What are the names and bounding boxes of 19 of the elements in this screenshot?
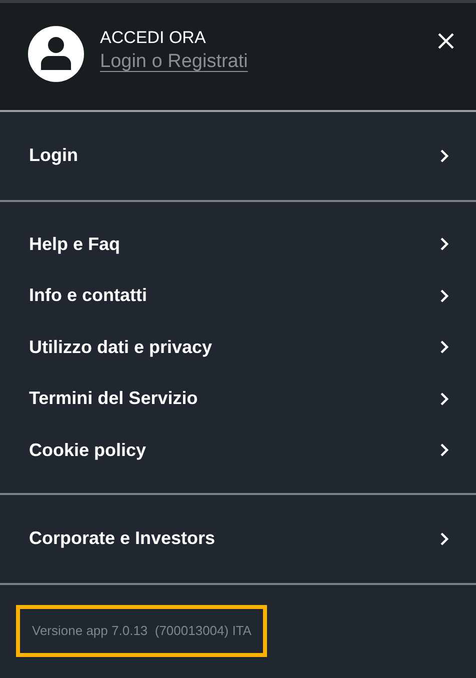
chevron-right-icon bbox=[440, 443, 449, 458]
login-register-link[interactable]: Login o Registrati bbox=[100, 49, 248, 75]
menu-item[interactable]: Help e Faq bbox=[0, 218, 476, 270]
menu-item[interactable]: Corporate e Investors bbox=[0, 513, 476, 564]
chevron-right-icon bbox=[440, 340, 449, 354]
menu-item[interactable]: Login bbox=[0, 130, 476, 182]
chevron-right-icon bbox=[440, 288, 449, 303]
menu-item[interactable]: Termini del Servizio bbox=[0, 373, 476, 424]
menu-item[interactable]: Info e contatti bbox=[0, 270, 476, 322]
header-title: ACCEDI ORA bbox=[100, 27, 207, 49]
close-icon bbox=[438, 33, 454, 49]
chevron-right-icon bbox=[440, 392, 449, 406]
chevron-right-icon bbox=[440, 148, 449, 163]
avatar-icon bbox=[28, 26, 84, 82]
version-text: Versione app 7.0.13 (700013004) ITA bbox=[32, 622, 252, 638]
menu-item[interactable]: Utilizzo dati e privacy bbox=[0, 322, 476, 373]
menu-item[interactable]: Cookie policy bbox=[0, 424, 476, 476]
chevron-right-icon bbox=[440, 237, 449, 252]
chevron-right-icon bbox=[440, 532, 449, 546]
